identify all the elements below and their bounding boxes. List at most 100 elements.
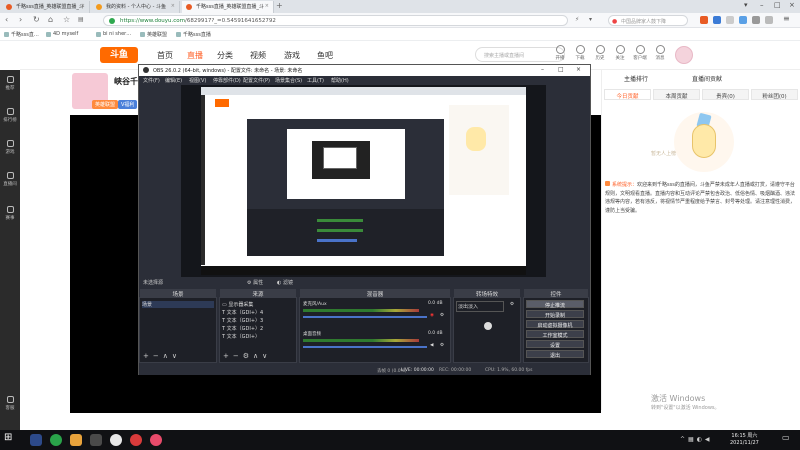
sidebar-item-service[interactable]: 客服 [0, 396, 20, 411]
tab-today[interactable]: 今日贡献 [604, 89, 651, 100]
category-tag[interactable]: 英雄联盟 [92, 100, 119, 109]
transition-select[interactable]: 淡出淡入 [456, 301, 504, 312]
new-tab-button[interactable]: + [276, 1, 283, 10]
nav-category[interactable]: 分类 [217, 50, 233, 61]
windows-start-icon[interactable]: ⊞ [4, 432, 16, 444]
menu-help[interactable]: 帮助(H) [331, 77, 349, 84]
gear-icon[interactable]: ⚙ [440, 313, 444, 318]
notification-icon[interactable]: ▭ [782, 433, 794, 445]
client-button[interactable]: 客户端 [630, 45, 650, 61]
contribution-title[interactable]: 直播间贡献 [692, 74, 722, 83]
url-field[interactable]: https://www.douyu.com/6829917?_=0.545916… [103, 15, 568, 26]
sidebar-item-game[interactable]: 游戏 [0, 140, 20, 155]
source-item[interactable]: T 文本（GDI+） [222, 333, 260, 340]
broadcast-button[interactable]: 开播 [550, 45, 570, 61]
tab-vip[interactable]: 贵宾(0) [702, 89, 749, 100]
nav-fishbar[interactable]: 鱼吧 [317, 50, 333, 61]
taskbar-clock[interactable]: 16:15 周六 2021/11/27 [730, 433, 759, 447]
ext-icon[interactable] [713, 16, 721, 24]
tools-icon[interactable] [752, 16, 760, 24]
history-button[interactable]: 历史 [590, 45, 610, 61]
close-tab-icon[interactable]: × [265, 3, 269, 9]
stop-stream-button[interactable]: 停止推流 [526, 300, 584, 309]
browser-search-input[interactable]: ● 中国品牌家人鼓下降 [608, 15, 688, 26]
mute-icon[interactable]: ◉ [430, 313, 434, 318]
browser-menu-icon[interactable]: ≡ [783, 14, 790, 23]
obs-taskbar-icon[interactable] [110, 434, 122, 446]
menu-icon[interactable]: ▾ [744, 1, 748, 9]
menu-profile[interactable]: 配置文件(P) [243, 77, 270, 84]
dropdown-icon[interactable]: ▾ [589, 16, 592, 23]
download-button[interactable]: 下载 [570, 45, 590, 61]
sidebar-item-room[interactable]: 直播间 [0, 172, 20, 187]
sidebar-item-rank[interactable]: 排行榜 [0, 108, 20, 123]
menu-docks[interactable]: 停靠部件(D) [213, 77, 241, 84]
home-icon[interactable]: ⌂ [48, 15, 53, 24]
browser-tab[interactable]: 我的资料 - 个人中心 - 斗鱼 × [92, 1, 180, 13]
start-record-button[interactable]: 开始录制 [526, 310, 584, 319]
source-item[interactable]: ▭ 显示器采集 [222, 301, 253, 308]
welfare-tag[interactable]: V福利 [118, 100, 138, 109]
speaker-icon[interactable]: ◀ [430, 343, 433, 348]
bookmark-item[interactable]: 千略sss直… [4, 31, 39, 38]
volume-slider[interactable] [303, 316, 427, 318]
menu-view[interactable]: 视图(V) [189, 77, 206, 84]
sidebar-item-recommend[interactable]: 推荐 [0, 76, 20, 91]
menu-scene-collection[interactable]: 场景集合(S) [275, 77, 302, 84]
douyu-ext-icon[interactable] [700, 16, 708, 24]
bookmark-item[interactable]: 千略sss直播 [176, 31, 211, 38]
studio-mode-button[interactable]: 工作室模式 [526, 330, 584, 339]
scene-actions[interactable]: +−∧∨ [143, 352, 181, 360]
bookmark-item[interactable]: bi ni sher… [96, 31, 131, 37]
obs-preview[interactable] [181, 85, 546, 277]
nav-live[interactable]: 直播 [187, 50, 203, 61]
browser-tab-active[interactable]: 千略sss直播_英雄联盟直播_斗 × [182, 1, 274, 13]
settings-button[interactable]: 设置 [526, 340, 584, 349]
menu-edit[interactable]: 编辑(E) [165, 77, 182, 84]
gear-icon[interactable]: ⚙ [510, 302, 514, 307]
star-icon[interactable]: ☆ [63, 15, 70, 24]
exit-button[interactable]: 退出 [526, 350, 584, 359]
anchor-rank-title[interactable]: 主播排行 [624, 74, 648, 83]
user-avatar[interactable] [675, 46, 693, 64]
app-icon[interactable] [70, 434, 82, 446]
source-item[interactable]: T 文本（GDI+）3 [222, 317, 263, 324]
gear-icon[interactable]: ⚙ [440, 343, 444, 348]
nav-video[interactable]: 视频 [250, 50, 266, 61]
properties-button[interactable]: ⚙ 属性 [247, 279, 263, 286]
app-icon[interactable] [50, 434, 62, 446]
bookmark-item[interactable]: 英雄联盟 [140, 31, 167, 38]
tab-week[interactable]: 本周贡献 [653, 89, 700, 100]
nav-game[interactable]: 游戏 [284, 50, 300, 61]
source-item[interactable]: T 文本（GDI+）2 [222, 325, 263, 332]
app-icon[interactable] [90, 434, 102, 446]
tab-fans[interactable]: 粉丝团(0) [751, 89, 798, 100]
message-button[interactable]: 消息 [650, 45, 670, 61]
extension-icon[interactable]: ▤ [78, 16, 84, 23]
nav-home[interactable]: 首页 [157, 50, 173, 61]
menu-tools[interactable]: 工具(T) [307, 77, 324, 84]
refresh-icon[interactable]: ↻ [33, 15, 40, 24]
douyu-logo[interactable]: 斗鱼 [100, 47, 138, 63]
obs-minimize-button[interactable]: – [541, 66, 544, 73]
cloud-icon[interactable] [739, 16, 747, 24]
back-icon[interactable]: ‹ [5, 15, 8, 24]
extensions-icon[interactable] [765, 16, 773, 24]
forward-icon[interactable]: › [19, 15, 22, 24]
filters-button[interactable]: ◐ 滤镜 [277, 279, 293, 286]
source-item[interactable]: T 文本（GDI+）4 [222, 309, 263, 316]
browser-taskbar-icon[interactable] [150, 434, 162, 446]
virtual-camera-button[interactable]: 启动虚拟摄像机 [526, 320, 584, 329]
browser-tab[interactable]: 千略sss直播_英雄联盟直播_斗 × [2, 1, 90, 13]
bolt-icon[interactable]: ⚡ [575, 16, 579, 23]
close-tab-icon[interactable]: × [81, 3, 85, 9]
taskview-icon[interactable] [30, 434, 42, 446]
app-icon[interactable] [130, 434, 142, 446]
obs-maximize-button[interactable]: □ [558, 66, 564, 73]
follow-button[interactable]: 关注 [610, 45, 630, 61]
system-tray[interactable]: ^▦◐◀ [680, 436, 713, 443]
close-window-button[interactable]: × [789, 1, 795, 9]
maximize-button[interactable]: □ [774, 1, 781, 9]
minimize-button[interactable]: – [760, 1, 764, 9]
volume-slider[interactable] [303, 346, 427, 348]
